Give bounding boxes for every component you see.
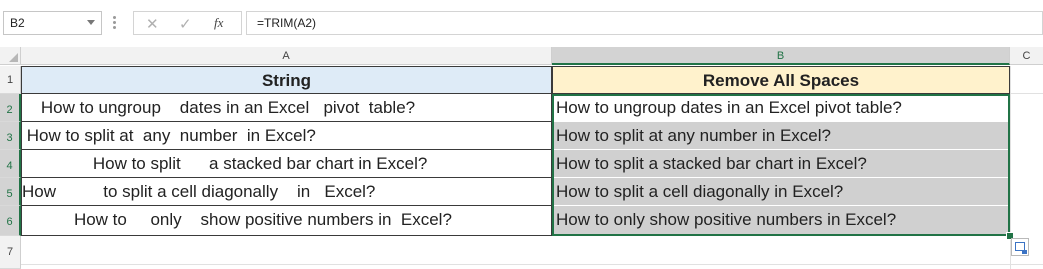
column-header-c[interactable]: C [1010, 47, 1043, 65]
column-header-a[interactable]: A [21, 47, 552, 65]
formula-buttons: ✕ ✓ fx [133, 11, 242, 35]
insert-function-icon[interactable]: fx [214, 15, 223, 31]
row-header-5[interactable]: 5 [0, 178, 21, 206]
row-header-7[interactable]: 7 [0, 236, 21, 269]
quick-analysis-icon[interactable] [1011, 238, 1029, 256]
row-header-4[interactable]: 4 [0, 150, 21, 178]
cell-b3[interactable]: How to split at any number in Excel? [552, 122, 1010, 150]
cell-a6[interactable]: How to only show positive numbers in Exc… [21, 206, 552, 236]
cell-b5[interactable]: How to split a cell diagonally in Excel? [552, 178, 1010, 206]
column-header-b[interactable]: B [552, 47, 1010, 65]
row-header-6[interactable]: 6 [0, 206, 21, 236]
formula-text: =TRIM(A2) [257, 16, 317, 30]
formula-bar: B2 ✕ ✓ fx =TRIM(A2) [0, 0, 1043, 46]
header-cell-a1[interactable]: String [21, 66, 552, 94]
drag-handle-icon[interactable] [113, 16, 117, 30]
row-header-1[interactable]: 1 [0, 66, 21, 94]
formula-input[interactable]: =TRIM(A2) [246, 11, 1043, 35]
cell-b4[interactable]: How to split a stacked bar chart in Exce… [552, 150, 1010, 178]
row-header-2[interactable]: 2 [0, 94, 21, 122]
enter-icon[interactable]: ✓ [179, 15, 192, 33]
cell-a2[interactable]: How to ungroup dates in an Excel pivot t… [21, 94, 552, 122]
cancel-icon[interactable]: ✕ [146, 15, 159, 33]
cell-a3[interactable]: How to split at any number in Excel? [21, 122, 552, 150]
cell-a5[interactable]: How to split a cell diagonally in Excel? [21, 178, 552, 206]
select-all-button[interactable] [0, 47, 21, 65]
grid-line [1011, 93, 1043, 94]
cell-a4[interactable]: How to split a stacked bar chart in Exce… [21, 150, 552, 178]
cell-b6[interactable]: How to only show positive numbers in Exc… [552, 206, 1010, 236]
cell-b2[interactable]: How to ungroup dates in an Excel pivot t… [552, 94, 1010, 122]
select-all-icon [9, 53, 18, 62]
name-box-value: B2 [10, 16, 25, 30]
name-box[interactable]: B2 [3, 11, 102, 35]
header-cell-b1[interactable]: Remove All Spaces [552, 66, 1010, 94]
chevron-down-icon[interactable] [87, 20, 95, 25]
row-header-3[interactable]: 3 [0, 122, 21, 150]
grid-line [21, 264, 1043, 265]
